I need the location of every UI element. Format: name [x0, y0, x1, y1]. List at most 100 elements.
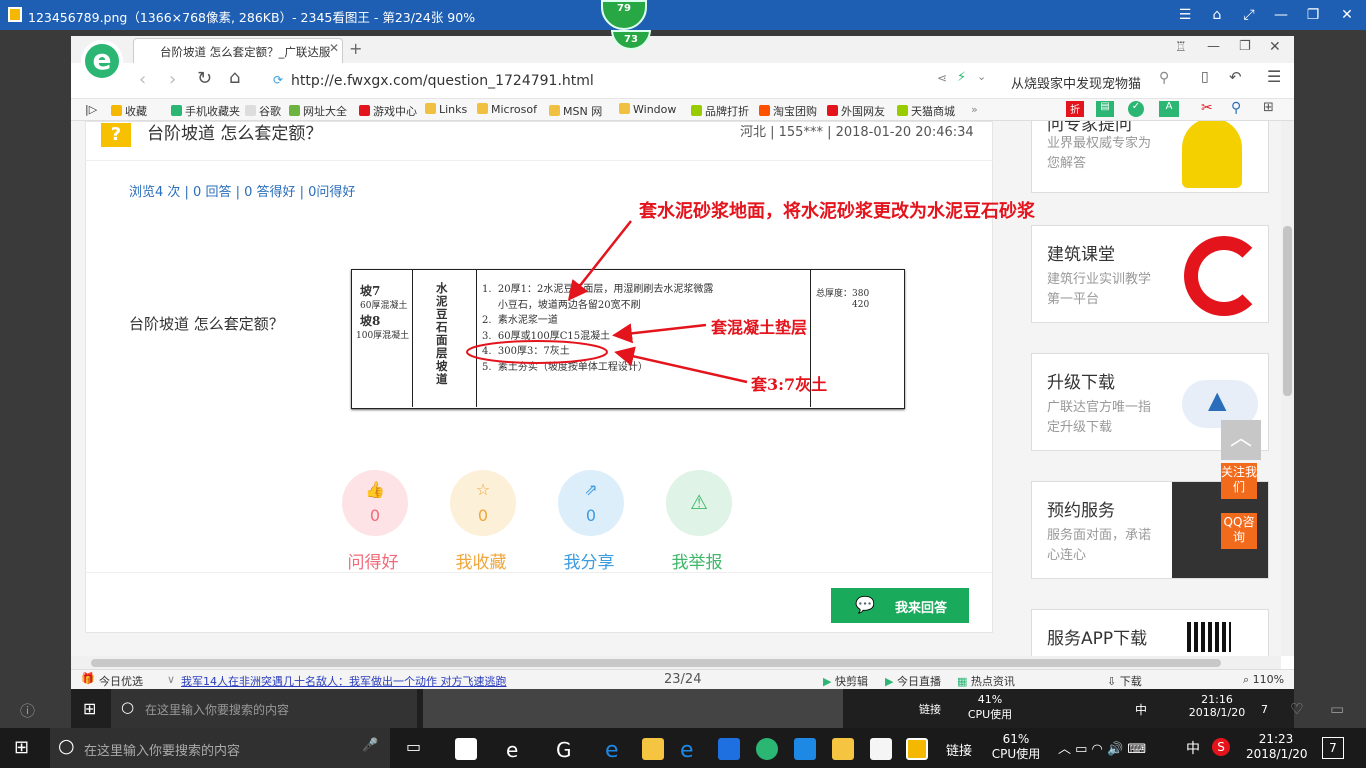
follow-button[interactable]: 关注我们: [1221, 463, 1257, 499]
microphone-icon[interactable]: 🎤: [362, 738, 378, 753]
app-icon[interactable]: G: [556, 738, 578, 762]
bookmark-item[interactable]: 网址大全: [289, 103, 347, 119]
bookmark-item[interactable]: 收藏: [111, 103, 147, 119]
minimize-button[interactable]: —: [1270, 5, 1292, 25]
inner-notification-count[interactable]: 7: [1261, 703, 1268, 716]
like-label[interactable]: 问得好: [333, 548, 413, 573]
status-item[interactable]: ▦ 热点资讯: [957, 673, 1015, 689]
report-button[interactable]: ⚠: [666, 470, 732, 536]
browser-tab[interactable]: 台阶坡道 怎么套定额？_广联达服: [133, 38, 343, 63]
like-button[interactable]: 👍 0: [342, 470, 408, 536]
book-icon[interactable]: ▤: [1096, 101, 1114, 117]
notification-center[interactable]: 7: [1322, 737, 1344, 759]
windows-start-icon[interactable]: ⊞: [14, 737, 29, 758]
lightning-icon[interactable]: ⚡: [957, 70, 966, 85]
discount-icon[interactable]: 折: [1066, 101, 1084, 117]
app-icon[interactable]: [718, 738, 740, 760]
share-button[interactable]: ⇗ 0: [558, 470, 624, 536]
url-bar[interactable]: ⟳ http://e.fwxgx.com/question_1724791.ht…: [271, 68, 991, 94]
ad-ask-expert[interactable]: 问专家提问 业界最权威专家为您解答: [1031, 121, 1269, 193]
vertical-scrollbar[interactable]: [1281, 121, 1294, 656]
undo-icon[interactable]: ↶: [1229, 68, 1242, 86]
fullscreen-icon[interactable]: ⤢: [1238, 5, 1260, 25]
inner-ime[interactable]: 中: [1135, 701, 1147, 718]
search-input[interactable]: 从烧毁家中发现宠物猫: [1001, 68, 1181, 94]
zoom-level[interactable]: ⌕ 110%: [1243, 673, 1284, 687]
edge-icon[interactable]: e: [506, 738, 528, 762]
qq-button[interactable]: QQ咨询: [1221, 513, 1257, 549]
bookmark-item[interactable]: 手机收藏夹: [171, 103, 240, 119]
news-toggle-icon[interactable]: ∨: [167, 673, 175, 686]
browser-menu-icon[interactable]: ☰: [1267, 67, 1281, 86]
news-link[interactable]: 我军14人在非洲突遇几十名敌人：我军做出一个动作 对方飞速逃跑: [181, 673, 507, 689]
system-tray-icons[interactable]: ︿ ▭ ◠ 🔊 ⌨: [1058, 738, 1146, 757]
back-icon[interactable]: ‹: [139, 69, 146, 90]
bookmark-item[interactable]: 淘宝团购: [759, 103, 817, 119]
new-tab-icon[interactable]: +: [349, 39, 362, 58]
info-icon[interactable]: ⓘ: [20, 700, 35, 721]
ie-icon[interactable]: e: [680, 738, 702, 763]
bookmark-item[interactable]: 品牌打折: [691, 103, 749, 119]
status-item[interactable]: ⇩ 下载: [1107, 673, 1142, 689]
phone-icon[interactable]: ▯: [1201, 69, 1209, 85]
today-picks[interactable]: 今日优选: [99, 673, 143, 689]
forward-icon[interactable]: ›: [169, 69, 176, 90]
scissors-icon[interactable]: ✂: [1201, 100, 1213, 116]
bookmark-item[interactable]: MSN 网: [549, 103, 602, 119]
back-to-top-button[interactable]: ︿: [1221, 420, 1261, 460]
sogou-icon[interactable]: S: [1212, 738, 1230, 756]
clock[interactable]: 21:23 2018/1/20: [1246, 732, 1308, 762]
translate-icon[interactable]: A: [1159, 101, 1179, 117]
collect-button[interactable]: ☆ 0: [450, 470, 516, 536]
ad-course[interactable]: 建筑课堂 建筑行业实训教学第一平台: [1031, 225, 1269, 323]
home-icon[interactable]: ⌂: [229, 67, 240, 88]
answer-button[interactable]: 💬 我来回答: [831, 588, 969, 623]
inner-search[interactable]: ○ 在这里输入你要搜索的内容: [111, 689, 417, 729]
status-item[interactable]: ▶ 今日直播: [885, 673, 941, 689]
bookmark-item[interactable]: 游戏中心: [359, 103, 417, 119]
edge-icon[interactable]: e: [605, 738, 627, 763]
help-icon[interactable]: [870, 738, 892, 760]
bookmark-item[interactable]: 谷歌: [245, 103, 281, 119]
taskbar-search[interactable]: ○ 在这里输入你要搜索的内容 🎤: [50, 728, 390, 768]
share-label[interactable]: 我分享: [549, 548, 629, 573]
browser-maximize-button[interactable]: ❐: [1239, 39, 1251, 54]
tab-close-icon[interactable]: ✕: [329, 41, 339, 55]
file-explorer-icon[interactable]: [642, 738, 664, 760]
image-viewer-icon[interactable]: [906, 738, 928, 760]
ime-indicator[interactable]: 中: [1186, 738, 1200, 758]
browser-app-icon[interactable]: [756, 738, 778, 760]
shield-icon[interactable]: ✓: [1128, 101, 1144, 117]
app-icon[interactable]: [794, 738, 816, 760]
inner-link-label[interactable]: 链接: [919, 701, 941, 717]
inner-clock[interactable]: 21:16 2018/1/20: [1187, 693, 1247, 719]
skin-icon[interactable]: ⌂: [1206, 5, 1228, 25]
shirt-icon[interactable]: ♖: [1175, 40, 1187, 55]
windows-start-icon[interactable]: ⊞: [83, 699, 96, 718]
app-icon[interactable]: [455, 738, 477, 760]
bookmark-item[interactable]: 天猫商城: [897, 103, 955, 119]
report-label[interactable]: 我举报: [657, 548, 737, 573]
search-icon[interactable]: ⚲: [1159, 70, 1169, 86]
chevron-down-icon[interactable]: ⌄: [977, 70, 986, 83]
bookmark-item[interactable]: Microsof: [477, 103, 537, 116]
browser-minimize-button[interactable]: —: [1207, 39, 1220, 54]
task-view-icon[interactable]: ▭: [406, 737, 421, 756]
bookmark-item[interactable]: Window: [619, 103, 676, 116]
bookmark-item[interactable]: Links: [425, 103, 467, 116]
folder-icon[interactable]: ▭: [1330, 700, 1344, 718]
more-bookmarks-icon[interactable]: »: [971, 103, 978, 116]
maximize-button[interactable]: ❐: [1302, 5, 1324, 25]
bookmark-item[interactable]: 外国网友: [827, 103, 885, 119]
horizontal-scrollbar[interactable]: [71, 656, 1281, 669]
status-item[interactable]: ▶ 快剪辑: [823, 673, 868, 689]
apps-icon[interactable]: ⊞: [1263, 100, 1274, 115]
notes-icon[interactable]: [832, 738, 854, 760]
reload-icon[interactable]: ↻: [197, 68, 212, 89]
link-label[interactable]: 链接: [946, 740, 972, 759]
collect-label[interactable]: 我收藏: [441, 548, 521, 573]
browser-close-button[interactable]: ✕: [1269, 39, 1281, 55]
close-button[interactable]: ✕: [1336, 5, 1358, 25]
share-icon[interactable]: ⋖: [937, 71, 947, 85]
ad-app-download[interactable]: 服务APP下载: [1031, 609, 1269, 656]
